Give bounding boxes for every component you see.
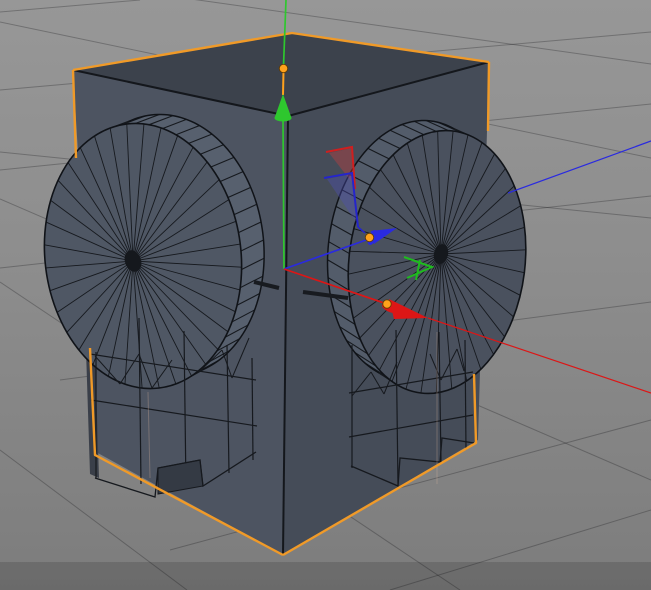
y-axis-handle-dot[interactable] (278, 63, 289, 74)
3d-viewport[interactable] (0, 0, 651, 590)
selected-edge (486, 61, 491, 132)
y-axis-line[interactable] (282, 118, 285, 270)
viewport-canvas[interactable] (0, 0, 651, 590)
z-axis-handle-dot[interactable] (364, 232, 375, 243)
horizon-band (0, 562, 651, 590)
grid-line (0, 0, 141, 13)
x-axis-handle-dot[interactable] (382, 299, 392, 309)
z-axis-line-extension (507, 140, 651, 194)
y-axis-active-segment (282, 70, 285, 96)
